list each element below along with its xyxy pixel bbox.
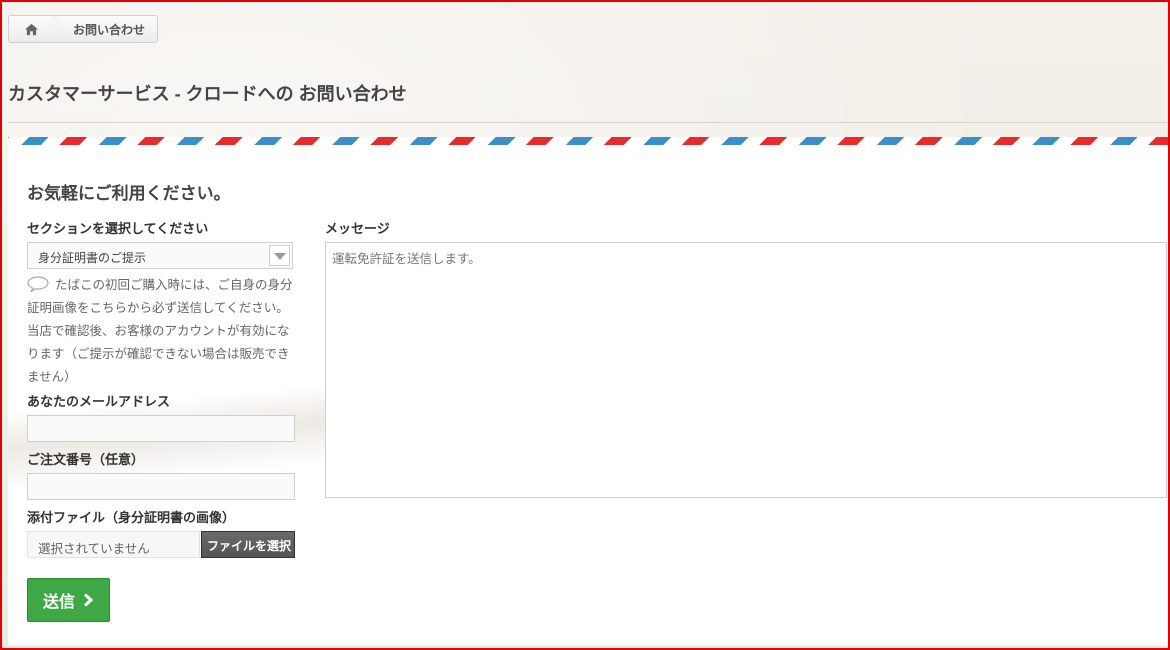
help-text-content: たばこの初回ご購入時には、ご自身の身分証明画像をこちらから必ず送信してください。… (27, 278, 293, 384)
order-number-field[interactable] (27, 473, 295, 500)
breadcrumb-current[interactable]: お問い合わせ (73, 21, 145, 38)
email-field[interactable] (27, 415, 295, 442)
help-text: たばこの初回ご購入時には、ご自身の身分証明画像をこちらから必ず送信してください。… (27, 274, 299, 389)
home-icon (24, 23, 38, 35)
form-heading: お気軽にご利用ください。 (27, 184, 231, 203)
speech-bubble-icon (27, 276, 49, 292)
section-select-value: 身分証明書のご提示 (38, 251, 147, 265)
section-label: セクションを選択してください (27, 221, 209, 236)
breadcrumb-separator (53, 15, 60, 28)
message-textarea[interactable]: 運転免許証を送信します。 (325, 242, 1167, 498)
contact-form-panel: お気軽にご利用ください。 セクションを選択してください 身分証明書のご提示 たば… (8, 137, 1168, 645)
file-status: 選択されていません (27, 531, 200, 558)
submit-button-label: 送信 (42, 594, 75, 611)
email-label: あなたのメールアドレス (27, 394, 171, 409)
chevron-right-icon (83, 593, 94, 607)
chevron-down-icon[interactable] (269, 245, 290, 266)
airmail-stripe-border (8, 137, 1168, 145)
breadcrumb-home[interactable] (9, 15, 60, 42)
breadcrumb: お問い合わせ (8, 15, 158, 43)
submit-button[interactable]: 送信 (27, 578, 110, 622)
page-title: カスタマーサービス - クロードへの お問い合わせ (8, 84, 407, 104)
order-number-label: ご注文番号（任意） (27, 452, 145, 467)
choose-file-button[interactable]: ファイルを選択 (201, 531, 295, 558)
title-divider (8, 122, 1168, 123)
section-select[interactable]: 身分証明書のご提示 (27, 242, 293, 269)
message-label: メッセージ (325, 221, 390, 236)
attachment-label: 添付ファイル（身分証明書の画像） (27, 510, 236, 525)
